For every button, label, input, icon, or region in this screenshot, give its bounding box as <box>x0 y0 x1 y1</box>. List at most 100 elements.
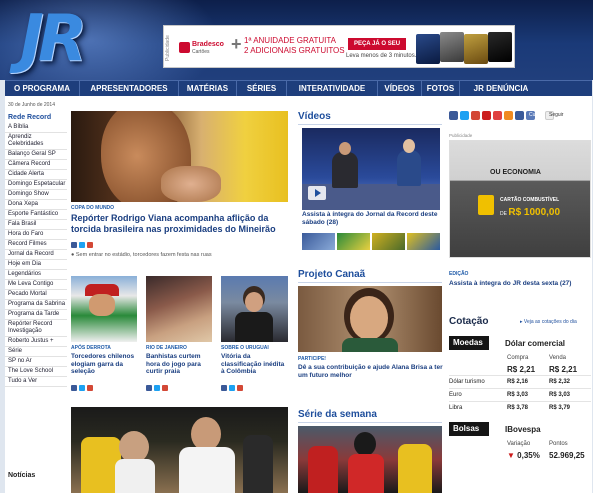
sidebar-item[interactable]: Roberto Justus + <box>5 337 67 347</box>
video-thumb-4[interactable] <box>407 233 440 250</box>
sidebar-item[interactable]: Jornal da Record <box>5 250 67 260</box>
videos-title[interactable]: Vídeos <box>298 111 331 122</box>
ad-brand-name: Bradesco <box>192 41 224 48</box>
card-1-headline[interactable]: Torcedores chilenos elogiam garra da sel… <box>71 353 141 376</box>
top-ad-banner[interactable]: Publicidade Bradesco Cartões + 1ª ANUIDA… <box>163 25 515 68</box>
side-ad-label: Publicidade <box>449 133 473 138</box>
google-plus-icon[interactable] <box>162 385 168 391</box>
nav-series[interactable]: SÉRIES <box>237 81 287 96</box>
facebook-small-icon[interactable] <box>515 111 524 120</box>
sidebar-item[interactable]: Me Leva Contigo <box>5 280 67 290</box>
nav-o-programa[interactable]: O PROGRAMA <box>5 81 80 96</box>
hero-tag[interactable]: COPA DO MUNDO <box>71 205 114 211</box>
video-thumb-2[interactable] <box>337 233 370 250</box>
nav-videos[interactable]: VÍDEOS <box>378 81 422 96</box>
google-plus-icon[interactable] <box>471 111 480 120</box>
card-2-headline[interactable]: Banhistas curtem hora do jogo para curti… <box>146 353 216 376</box>
facebook-icon[interactable] <box>146 385 152 391</box>
nav-materias[interactable]: MATÉRIAS <box>179 81 237 96</box>
sidebar-item[interactable]: Fala Brasil <box>5 220 67 230</box>
sidebar-item[interactable]: Aprendiz Celebridades <box>5 133 67 150</box>
sidebar-item[interactable]: Domingo Espetacular <box>5 180 67 190</box>
nav-interatividade[interactable]: INTERATIVIDADE <box>287 81 378 96</box>
google-plus-icon[interactable] <box>237 385 243 391</box>
social-bar: Curtir Seguir <box>449 111 563 120</box>
rss-icon[interactable] <box>504 111 513 120</box>
card-1-image[interactable] <box>71 276 137 342</box>
google-plus-icon[interactable] <box>87 242 93 248</box>
projeto-tag[interactable]: PARTICIPE! <box>298 356 326 362</box>
sidebar-item[interactable]: Tudo a Ver <box>5 377 67 387</box>
serie-title[interactable]: Série da semana <box>298 409 377 420</box>
sidebar-item[interactable]: Câmera Record <box>5 160 67 170</box>
videos-main-image[interactable] <box>302 128 440 210</box>
card-3-headline[interactable]: Vitória da classificação inédita à Colôm… <box>221 353 289 376</box>
side-ad[interactable]: OU ECONOMIA CARTÃO COMBUSTÍVEL DE R$ 100… <box>449 140 591 258</box>
serie-image[interactable] <box>298 426 442 493</box>
edition-tag[interactable]: EDIÇÃO <box>449 271 468 277</box>
hero-bullet[interactable]: ● Sem entrar no estádio, torcedores faze… <box>71 252 212 258</box>
card-3-tag[interactable]: SOBRE O URUGUAI <box>221 345 269 351</box>
card-2-image[interactable] <box>146 276 212 342</box>
sidebar-item[interactable]: Série <box>5 347 67 357</box>
quote-row-sell: R$ 2,32 <box>549 379 571 385</box>
quote-row-sell: R$ 3,03 <box>549 392 571 398</box>
sidebar-news-heading[interactable]: Notícias <box>8 472 35 479</box>
card-3-image[interactable] <box>221 276 288 342</box>
sidebar-item[interactable]: SP no Ar <box>5 357 67 367</box>
youtube-icon[interactable] <box>493 111 502 120</box>
sidebar-item[interactable]: Cidade Alerta <box>5 170 67 180</box>
ad-line-1: 1ª ANUIDADE GRATUITA <box>244 36 337 45</box>
sidebar-item[interactable]: Dona Xepa <box>5 200 67 210</box>
card-2-tag[interactable]: RIO DE JANEIRO <box>146 345 187 351</box>
projeto-divider <box>298 282 442 283</box>
facebook-icon[interactable] <box>71 385 77 391</box>
hero-headline[interactable]: Repórter Rodrigo Viana acompanha aflição… <box>71 213 291 235</box>
facebook-icon[interactable] <box>449 111 458 120</box>
follow-button[interactable]: Seguir <box>545 111 563 120</box>
like-button[interactable]: Curtir <box>526 111 541 120</box>
sidebar-item[interactable]: Record Filmes <box>5 240 67 250</box>
card-1-tag[interactable]: APÓS DERROTA <box>71 345 111 351</box>
jr-logo[interactable]: JR <box>20 4 112 74</box>
pinterest-icon[interactable] <box>482 111 491 120</box>
sidebar-heading[interactable]: Rede Record <box>5 113 67 123</box>
sidebar-item[interactable]: Legendários <box>5 270 67 280</box>
projeto-title[interactable]: Projeto Canaã <box>298 269 365 280</box>
nav-jr-denuncia[interactable]: JR DENÚNCIA <box>460 81 542 96</box>
video-thumb-3[interactable] <box>372 233 405 250</box>
sidebar-item[interactable]: Repórter Record Investigação <box>5 320 67 337</box>
twitter-icon[interactable] <box>79 242 85 248</box>
sidebar-item[interactable]: Pecado Mortal <box>5 290 67 300</box>
hero-image[interactable] <box>71 111 288 202</box>
ad-cta-button[interactable]: PEÇA JÁ O SEU <box>348 38 406 50</box>
twitter-icon[interactable] <box>229 385 235 391</box>
sidebar-item[interactable]: Programa da Tarde <box>5 310 67 320</box>
sidebar-item[interactable]: Esporte Fantástico <box>5 210 67 220</box>
videos-thumbnail-strip <box>302 233 440 250</box>
videos-caption[interactable]: Assista à íntegra do Jornal da Record de… <box>302 211 442 227</box>
politics-image[interactable] <box>71 407 288 493</box>
edition-caption[interactable]: Assista à íntegra do JR desta sexta (27) <box>449 280 592 288</box>
nav-fotos[interactable]: FOTOS <box>422 81 460 96</box>
video-thumb-1[interactable] <box>302 233 335 250</box>
nav-apresentadores[interactable]: APRESENTADORES <box>80 81 179 96</box>
quotes-link[interactable]: ▸ Veja as cotações do dia <box>520 319 577 325</box>
twitter-icon[interactable] <box>460 111 469 120</box>
sidebar-item[interactable]: Domingo Show <box>5 190 67 200</box>
projeto-caption[interactable]: Dê a sua contribuição e ajude Alana Bris… <box>298 364 444 379</box>
sidebar-item[interactable]: Programa da Sabrina <box>5 300 67 310</box>
facebook-icon[interactable] <box>71 242 77 248</box>
sidebar-item[interactable]: Hoje em Dia <box>5 260 67 270</box>
sidebar-item[interactable]: Hora do Faro <box>5 230 67 240</box>
col-sell: Venda <box>549 355 567 361</box>
twitter-icon[interactable] <box>154 385 160 391</box>
facebook-icon[interactable] <box>221 385 227 391</box>
twitter-icon[interactable] <box>79 385 85 391</box>
sidebar-item[interactable]: Balanço Geral SP <box>5 150 67 160</box>
projeto-image[interactable] <box>298 286 442 352</box>
google-plus-icon[interactable] <box>87 385 93 391</box>
play-icon[interactable] <box>308 186 326 200</box>
sidebar-item[interactable]: The Love School <box>5 367 67 377</box>
sidebar-item[interactable]: A Bíblia <box>5 123 67 133</box>
